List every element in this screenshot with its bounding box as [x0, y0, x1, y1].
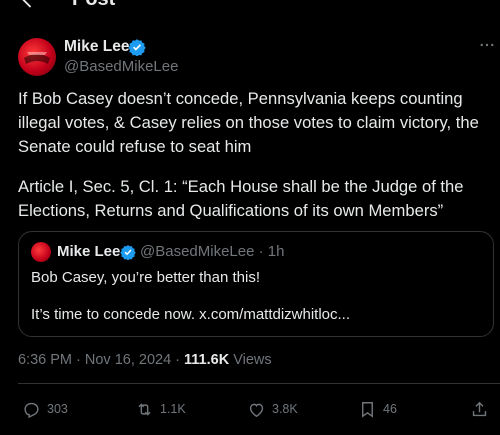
post-meta: 6:36 PM · Nov 16, 2024 · 111.6K Views	[18, 352, 272, 368]
top-bar: Post	[0, 0, 500, 14]
author-handle[interactable]: @BasedMikeLee	[64, 58, 178, 75]
quoted-handle-time: @BasedMikeLee · 1h	[140, 243, 285, 260]
like-button[interactable]: 3.8K	[247, 399, 298, 419]
repost-count: 1.1K	[160, 402, 186, 416]
views-count: 111.6K	[184, 352, 230, 368]
bookmark-count: 46	[383, 402, 397, 416]
repost-icon	[138, 402, 151, 416]
bookmark-icon	[362, 401, 373, 418]
verified-icon	[128, 39, 146, 56]
reply-icon	[24, 402, 39, 418]
like-count: 3.8K	[272, 402, 298, 416]
post-text-paragraph-1: If Bob Casey doesn’t concede, Pennsylvan…	[18, 89, 479, 156]
like-icon	[249, 403, 264, 417]
author-name[interactable]: Mike Lee	[64, 38, 129, 56]
quoted-post[interactable]: Mike Lee @BasedMikeLee · 1h Bob Casey, y…	[18, 231, 494, 337]
repost-button[interactable]: 1.1K	[135, 399, 186, 419]
post-timestamp[interactable]: 6:36 PM · Nov 16, 2024 ·	[18, 352, 184, 368]
views-label: Views	[229, 352, 272, 368]
quoted-author-name: Mike Lee	[57, 243, 121, 260]
more-icon[interactable]	[478, 36, 496, 54]
share-icon	[472, 401, 487, 416]
quoted-text-line-2: It’s time to concede now. x.com/mattdizw…	[31, 306, 351, 323]
avatar[interactable]	[18, 38, 56, 76]
back-arrow-icon[interactable]	[18, 0, 40, 10]
verified-icon	[120, 245, 136, 260]
reply-button[interactable]: 303	[22, 399, 68, 419]
quoted-avatar	[31, 242, 51, 262]
quoted-text-line-1: Bob Casey, you’re better than this!	[31, 269, 261, 286]
page-title: Post	[72, 0, 115, 11]
post-text-paragraph-2: Article I, Sec. 5, Cl. 1: “Each House sh…	[18, 177, 464, 220]
reply-count: 303	[47, 402, 68, 416]
divider	[18, 383, 500, 384]
share-button[interactable]	[470, 399, 495, 419]
bookmark-button[interactable]: 46	[358, 399, 397, 419]
